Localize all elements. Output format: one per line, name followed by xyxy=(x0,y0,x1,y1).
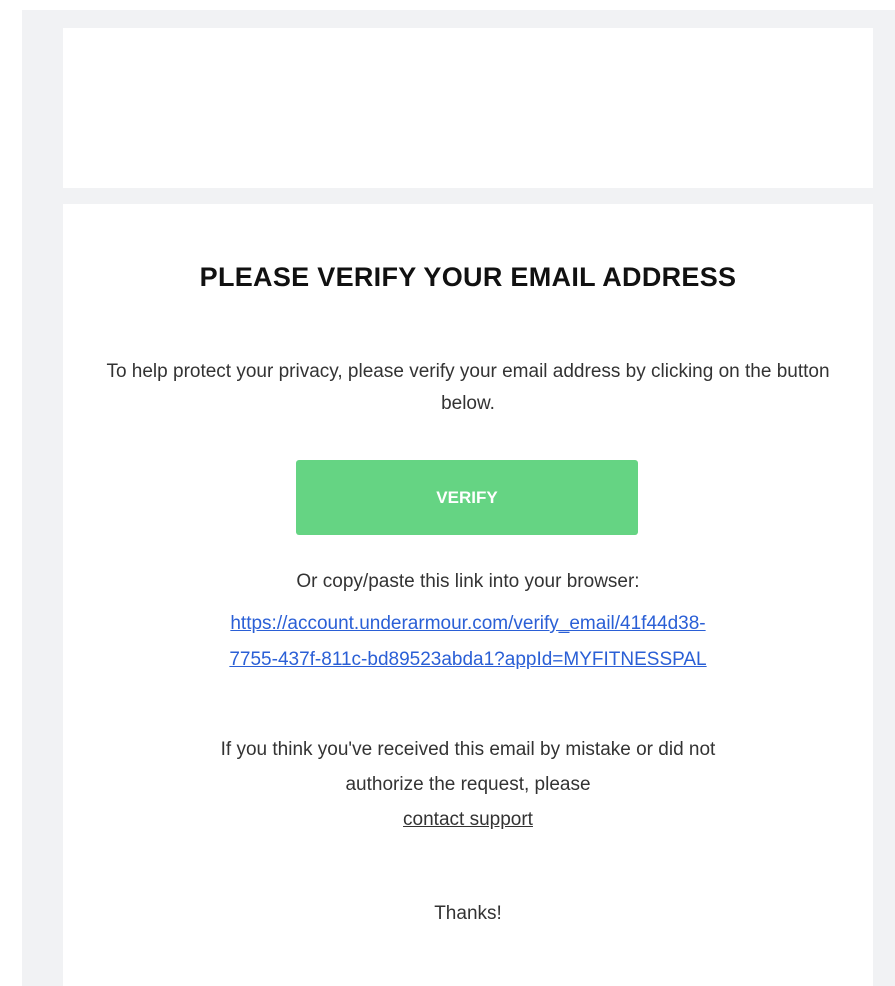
verify-link-line-2: 7755-437f-811c-bd89523abda1?appId=MYFITN… xyxy=(229,649,707,670)
email-content-card: PLEASE VERIFY YOUR EMAIL ADDRESS To help… xyxy=(63,204,873,986)
verify-link[interactable]: https://account.underarmour.com/verify_e… xyxy=(103,606,833,678)
intro-text: To help protect your privacy, please ver… xyxy=(106,361,830,414)
thanks-text: Thanks! xyxy=(434,903,502,924)
mistake-text-line-2: authorize the request, please xyxy=(345,774,591,795)
verify-link-line-1: https://account.underarmour.com/verify_e… xyxy=(230,613,706,634)
email-title: PLEASE VERIFY YOUR EMAIL ADDRESS xyxy=(199,262,737,292)
top-strip xyxy=(0,0,895,10)
verify-button[interactable]: VERIFY xyxy=(296,460,638,535)
copy-paste-text: Or copy/paste this link into your browse… xyxy=(296,571,640,592)
left-gutter xyxy=(0,10,22,986)
mistake-text: If you think you've received this email … xyxy=(103,732,833,837)
contact-support-link[interactable]: contact support xyxy=(403,809,533,830)
mistake-text-line-1: If you think you've received this email … xyxy=(220,739,716,760)
email-header-card xyxy=(63,28,873,188)
